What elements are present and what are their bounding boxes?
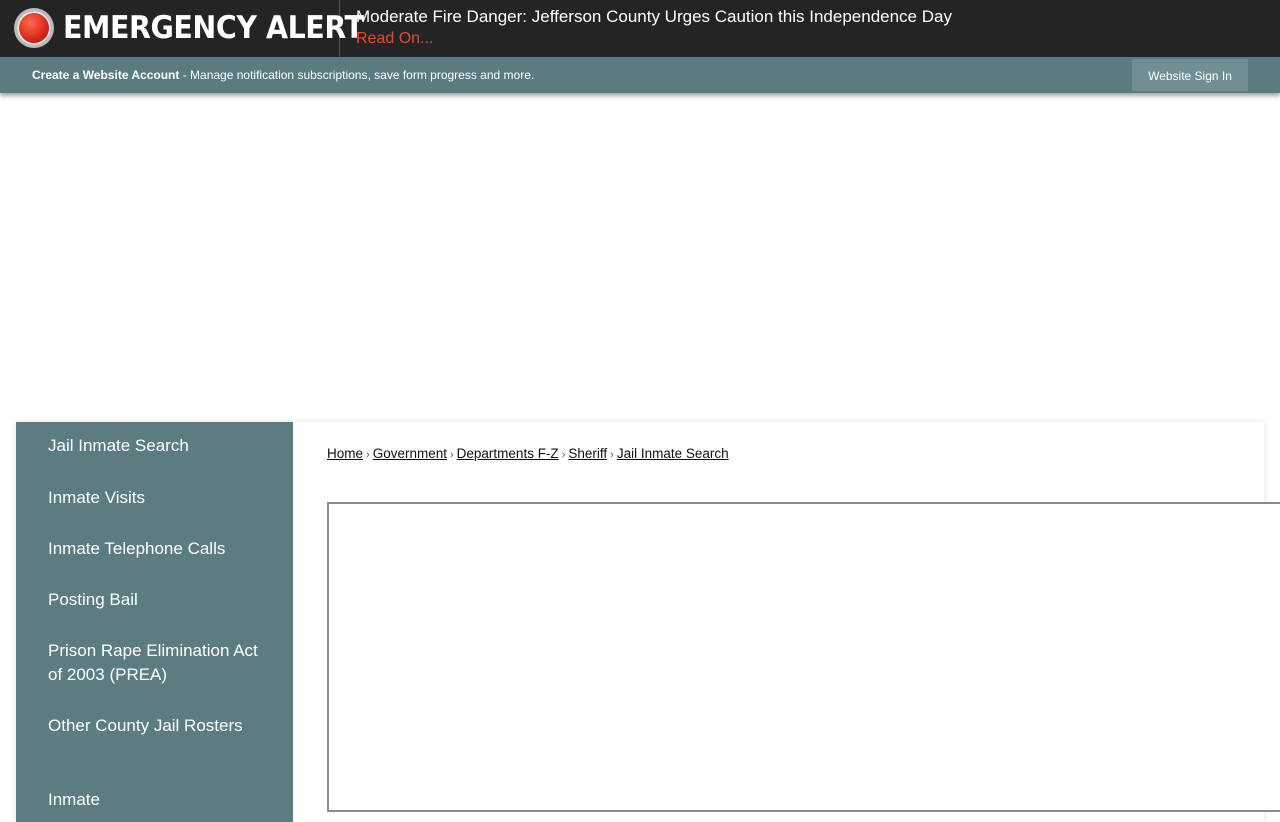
- account-bar: Create a Website Account - Manage notifi…: [0, 57, 1280, 93]
- breadcrumb-separator: ›: [449, 449, 454, 461]
- side-nav-link[interactable]: Posting Bail: [48, 590, 138, 609]
- side-nav-item-inmate-telephone-calls[interactable]: Inmate Telephone Calls: [48, 537, 268, 561]
- side-nav-item-prea[interactable]: Prison Rape Elimination Act of 2003 (PRE…: [48, 639, 268, 687]
- emergency-alert-bar: EMERGENCY ALERT Moderate Fire Danger: Je…: [0, 0, 1280, 57]
- breadcrumb-jail-inmate-search[interactable]: Jail Inmate Search: [617, 446, 729, 461]
- breadcrumb-government[interactable]: Government: [373, 446, 447, 461]
- breadcrumb-sheriff[interactable]: Sheriff: [568, 446, 607, 461]
- alert-read-on-link[interactable]: Read On...: [356, 29, 433, 49]
- create-account-link[interactable]: Create a Website Account: [32, 68, 179, 82]
- alert-message: Moderate Fire Danger: Jefferson County U…: [356, 7, 952, 26]
- breadcrumb-separator: ›: [561, 449, 566, 461]
- alert-siren-icon: [17, 11, 51, 45]
- side-nav-item-inmate-visits[interactable]: Inmate Visits: [48, 486, 268, 510]
- breadcrumb-separator: ›: [610, 449, 614, 461]
- side-nav-link[interactable]: Inmate Telephone Calls: [48, 539, 225, 558]
- breadcrumb: Home › Government › Departments F-Z › Sheriff ›…: [327, 446, 729, 461]
- emergency-alert-label: EMERGENCY ALERT: [0, 0, 364, 57]
- breadcrumb-departments-f-z[interactable]: Departments F-Z: [457, 446, 559, 461]
- website-sign-in-button[interactable]: Website Sign In: [1132, 59, 1248, 91]
- side-nav-link[interactable]: Jail Inmate Search: [48, 436, 189, 455]
- emergency-alert-title: EMERGENCY ALERT: [63, 10, 364, 46]
- account-bar-text: Create a Website Account - Manage notifi…: [32, 68, 534, 82]
- side-nav-link[interactable]: Other County Jail Rosters: [48, 716, 243, 735]
- side-nav-item-jail-inmate-search[interactable]: Jail Inmate Search: [48, 434, 268, 458]
- side-nav-item-inmate[interactable]: Inmate: [48, 788, 268, 812]
- side-nav-link[interactable]: Prison Rape Elimination Act of 2003 (PRE…: [48, 641, 258, 684]
- breadcrumb-separator: ›: [366, 449, 370, 461]
- account-bar-description: - Manage notification subscriptions, sav…: [179, 68, 535, 82]
- side-nav: Jail Inmate Search Inmate Visits Inmate …: [16, 422, 293, 822]
- side-nav-link[interactable]: Inmate Visits: [48, 488, 145, 507]
- side-nav-item-other-county-jail-rosters[interactable]: Other County Jail Rosters: [48, 714, 268, 738]
- side-nav-item-posting-bail[interactable]: Posting Bail: [48, 588, 268, 612]
- breadcrumb-home[interactable]: Home: [327, 446, 363, 461]
- inmate-search-frame[interactable]: [327, 502, 1280, 812]
